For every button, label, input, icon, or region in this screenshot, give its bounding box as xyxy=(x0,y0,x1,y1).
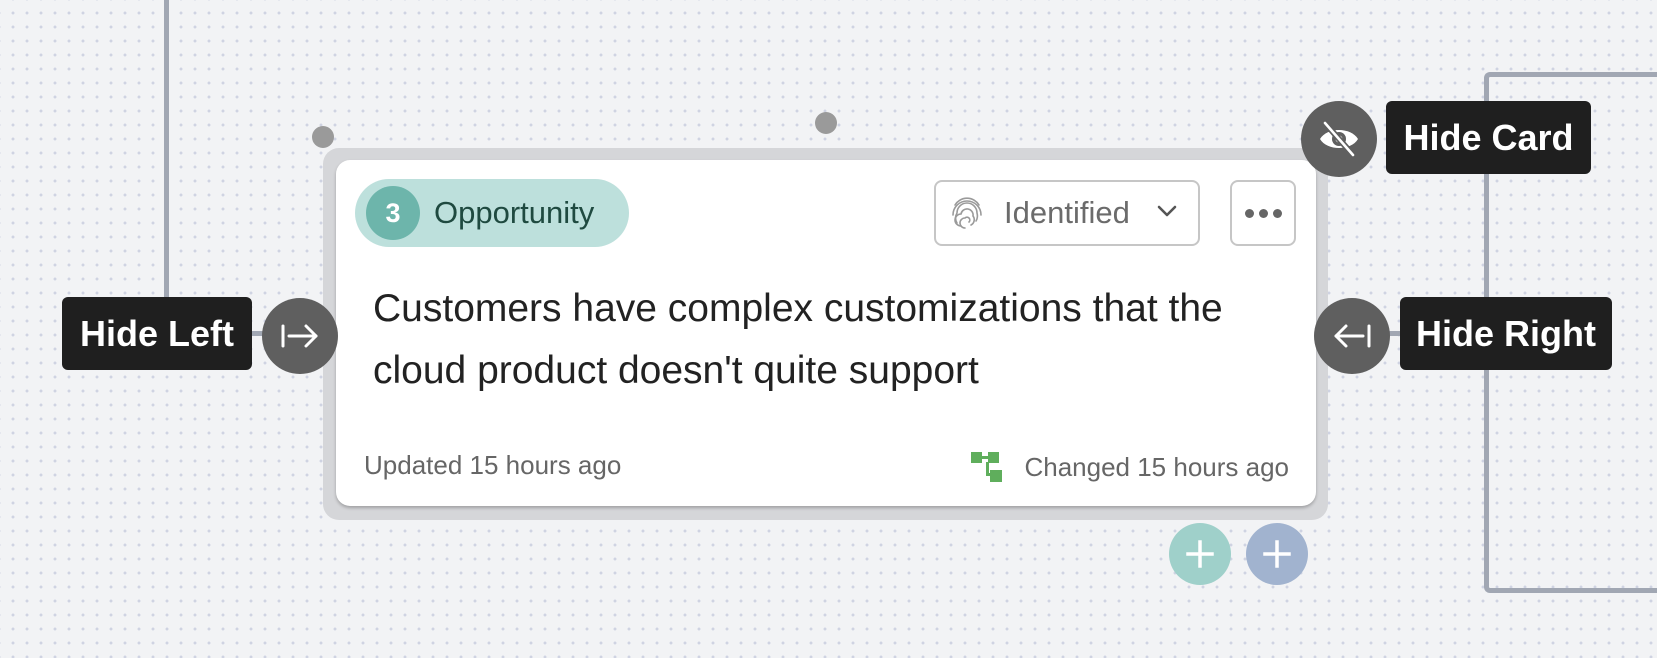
ellipsis-icon-dot xyxy=(1258,208,1268,218)
ellipsis-icon-dot xyxy=(1244,208,1254,218)
hide-right-tooltip: Hide Right xyxy=(1400,297,1612,370)
card-number-badge: 3 xyxy=(366,186,420,240)
ellipsis-icon-dot xyxy=(1272,208,1282,218)
add-teal-button[interactable] xyxy=(1169,523,1231,585)
plus-icon xyxy=(1263,540,1291,568)
plus-icon xyxy=(1186,540,1214,568)
more-options-button[interactable] xyxy=(1230,180,1296,246)
hide-right-button[interactable] xyxy=(1314,298,1390,374)
hierarchy-icon xyxy=(971,452,1003,482)
chevron-down-icon xyxy=(1157,205,1177,217)
updated-timestamp: Updated 15 hours ago xyxy=(364,450,622,480)
eye-slash-icon xyxy=(1320,121,1358,157)
add-blue-button[interactable] xyxy=(1246,523,1308,585)
changed-info: Changed 15 hours ago xyxy=(970,450,1289,484)
connection-handle-top[interactable] xyxy=(815,112,837,134)
hide-left-button[interactable] xyxy=(262,298,338,374)
fingerprint-icon xyxy=(952,197,982,229)
status-dropdown[interactable]: Identified xyxy=(934,180,1200,246)
hide-card-button[interactable] xyxy=(1301,101,1377,177)
connector-line-left xyxy=(164,0,169,298)
card-type-pill: 3 Opportunity xyxy=(355,179,629,247)
arrow-left-to-bar-icon xyxy=(1334,324,1371,348)
hide-card-tooltip: Hide Card xyxy=(1386,101,1591,174)
changed-timestamp: Changed 15 hours ago xyxy=(1024,451,1289,482)
card-type-label: Opportunity xyxy=(434,195,595,230)
arrow-right-from-bar-icon xyxy=(281,324,318,348)
opportunity-card[interactable]: 3 Opportunity Identified Customers have … xyxy=(336,160,1316,506)
card-title[interactable]: Customers have complex customizations th… xyxy=(373,278,1283,402)
status-value: Identified xyxy=(1004,195,1130,230)
hide-left-tooltip: Hide Left xyxy=(62,297,252,370)
connection-handle-top-left[interactable] xyxy=(312,126,334,148)
